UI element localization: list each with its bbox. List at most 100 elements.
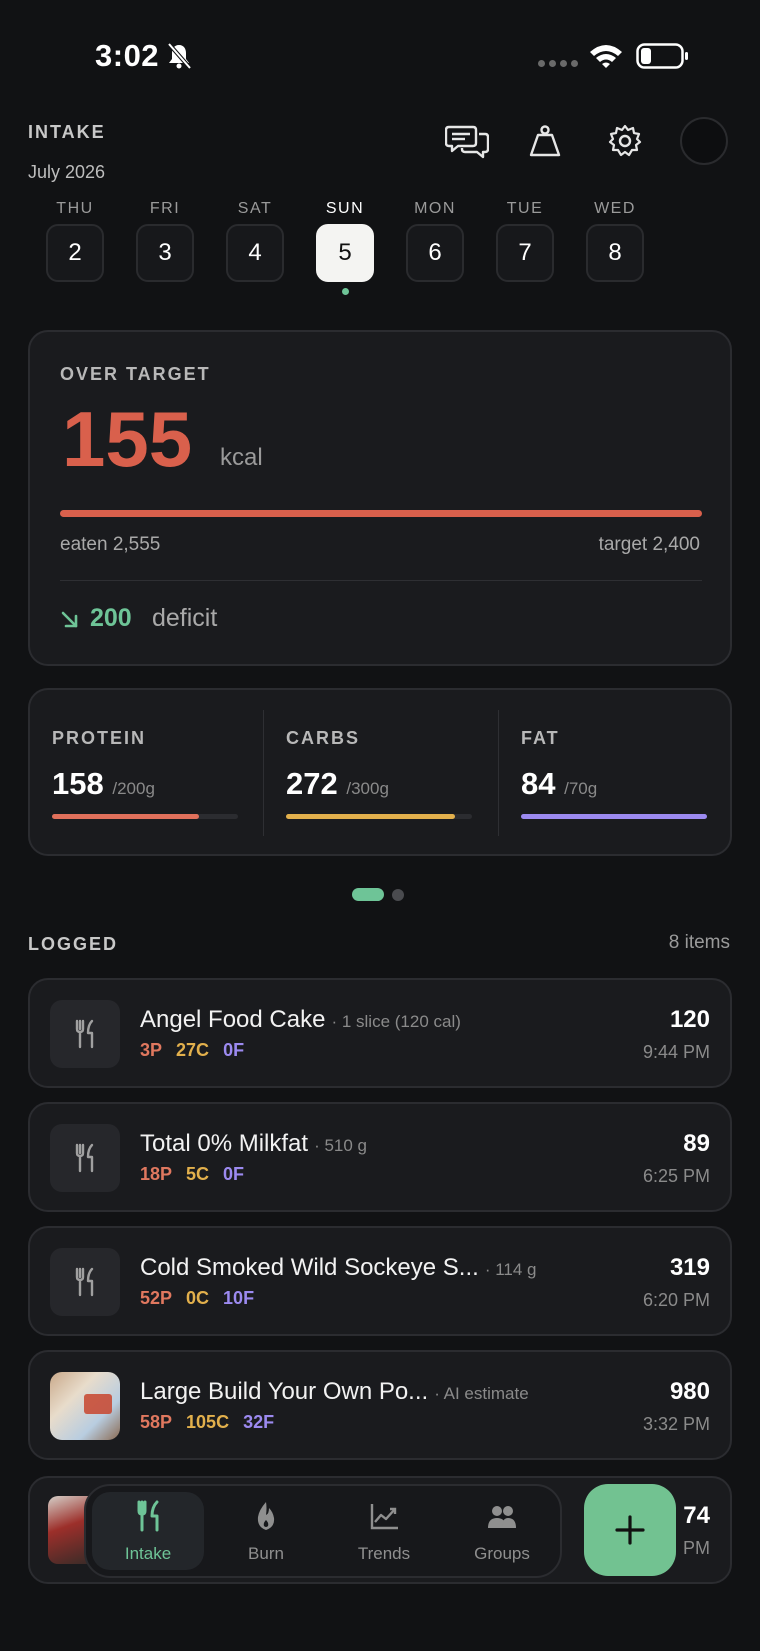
- fork-knife-icon: [137, 1500, 159, 1532]
- food-calories: 74: [683, 1502, 710, 1529]
- food-macros: 58P 105C 32F: [140, 1412, 274, 1433]
- food-thumbnail: [50, 1248, 120, 1316]
- flame-icon: [257, 1502, 275, 1530]
- list-item[interactable]: Angel Food Cake · 1 slice (120 cal) 3P 27…: [28, 978, 732, 1088]
- tab-trends[interactable]: Trends: [328, 1492, 440, 1570]
- food-serving: · 114 g: [484, 1260, 537, 1279]
- food-time: 6:25 PM: [642, 1166, 710, 1186]
- macro-value: 272 /300g: [286, 766, 389, 801]
- calorie-summary-card[interactable]: OVER TARGET 155 kcal eaten 2,555 target …: [28, 330, 732, 666]
- chat-button[interactable]: [442, 116, 492, 166]
- food-serving: · 510 g: [314, 1136, 367, 1155]
- day-number: 4: [226, 224, 284, 282]
- protein-value: 58P: [140, 1412, 173, 1432]
- macro-progress-fill: [52, 814, 199, 819]
- over-target-value: 155: [62, 395, 193, 483]
- carbs-value: 105C: [186, 1412, 230, 1432]
- tab-label: Intake: [124, 1544, 172, 1563]
- day-mon[interactable]: MON 6: [406, 200, 464, 282]
- protein-value: 18P: [140, 1164, 173, 1184]
- macro-progress-track: [521, 814, 707, 819]
- chat-bubbles-icon: [445, 125, 489, 159]
- day-sat[interactable]: SAT 4: [226, 200, 284, 282]
- settings-button[interactable]: [600, 116, 650, 166]
- fat-value: 0F: [223, 1040, 245, 1060]
- page-dot-active: [352, 888, 384, 901]
- page-dot: [392, 888, 404, 901]
- month-label: July 2026: [28, 162, 106, 182]
- macro-card[interactable]: PROTEIN 158 /200g CARBS 272 /300g FAT 84…: [28, 688, 732, 856]
- cellular-signal-icon: [538, 60, 578, 67]
- scale-button[interactable]: [520, 116, 570, 166]
- protein-value: 3P: [140, 1040, 163, 1060]
- day-number: 6: [406, 224, 464, 282]
- list-item[interactable]: Cold Smoked Wild Sockeye S... · 114 g 52P…: [28, 1226, 732, 1336]
- tab-label: Groups: [474, 1544, 530, 1563]
- food-time: 3:32 PM: [642, 1414, 710, 1434]
- day-number: 5: [316, 224, 374, 282]
- food-thumbnail: [50, 1124, 120, 1192]
- food-photo-image: [50, 1372, 120, 1440]
- tab-label: Burn: [248, 1544, 284, 1563]
- macro-protein: PROTEIN 158 /200g: [30, 690, 264, 854]
- day-number: 7: [496, 224, 554, 282]
- macro-name: FAT: [521, 728, 560, 748]
- day-name: WED: [594, 200, 636, 217]
- unit-label: kcal: [220, 444, 263, 471]
- day-thu[interactable]: THU 2: [46, 200, 104, 282]
- page-title: INTAKE: [28, 122, 106, 142]
- status-bar: 3:02: [0, 0, 760, 110]
- food-calories: 980: [669, 1378, 710, 1405]
- food-thumbnail: [50, 1000, 120, 1068]
- day-sun[interactable]: SUN 5: [316, 200, 374, 295]
- macro-progress-track: [52, 814, 238, 819]
- deficit-value: 200: [90, 604, 132, 632]
- deficit-label: deficit: [152, 604, 218, 632]
- macro-goal: /300g: [346, 779, 389, 798]
- day-name: FRI: [149, 200, 181, 217]
- page-indicator[interactable]: [352, 888, 404, 901]
- food-macros: 52P 0C 10F: [140, 1288, 254, 1309]
- macro-progress-track: [286, 814, 472, 819]
- people-icon: [488, 1506, 516, 1528]
- list-item[interactable]: Total 0% Milkfat · 510 g 18P 5C 0F 89 6:2…: [28, 1102, 732, 1212]
- list-item[interactable]: Large Build Your Own Po... · AI estimate …: [28, 1350, 732, 1460]
- divider: [60, 580, 702, 581]
- tab-groups[interactable]: Groups: [446, 1492, 558, 1570]
- fat-value: 0F: [223, 1164, 245, 1184]
- avatar[interactable]: [680, 117, 728, 165]
- status-time: 3:02: [95, 38, 160, 73]
- fork-knife-icon: [75, 1143, 94, 1173]
- food-calories: 120: [669, 1006, 710, 1033]
- day-name: MON: [414, 200, 456, 217]
- tab-intake[interactable]: Intake: [92, 1492, 204, 1570]
- food-calories: 319: [669, 1254, 710, 1281]
- day-tue[interactable]: TUE 7: [496, 200, 554, 282]
- day-fri[interactable]: FRI 3: [136, 200, 194, 282]
- day-number: 3: [136, 224, 194, 282]
- food-macros: 18P 5C 0F: [140, 1164, 244, 1185]
- bell-slash-icon: [167, 42, 192, 70]
- macro-value: 158 /200g: [52, 766, 155, 801]
- arrow-down-right-icon: [61, 611, 78, 628]
- add-entry-button[interactable]: [584, 1484, 676, 1576]
- day-wed[interactable]: WED 8: [586, 200, 644, 282]
- food-name: Cold Smoked Wild Sockeye S... · 114 g: [140, 1254, 537, 1281]
- logged-title: LOGGED: [28, 934, 119, 954]
- macro-name: CARBS: [286, 728, 361, 748]
- day-name: TUE: [506, 200, 544, 217]
- day-number: 2: [46, 224, 104, 282]
- logged-count: 8 items: [668, 932, 730, 953]
- plus-icon: [615, 1515, 645, 1545]
- macro-carbs: CARBS 272 /300g: [264, 690, 498, 854]
- battery-icon: [636, 43, 688, 69]
- tab-burn[interactable]: Burn: [210, 1492, 322, 1570]
- food-name: Large Build Your Own Po... · AI estimate: [140, 1378, 529, 1405]
- carbs-value: 5C: [186, 1164, 210, 1184]
- weight-scale-icon: [529, 125, 561, 157]
- food-name: Total 0% Milkfat · 510 g: [140, 1130, 367, 1157]
- day-name: SUN: [325, 200, 365, 217]
- fork-knife-icon: [75, 1019, 94, 1049]
- wifi-icon: [590, 45, 622, 68]
- macro-goal: /70g: [564, 779, 598, 798]
